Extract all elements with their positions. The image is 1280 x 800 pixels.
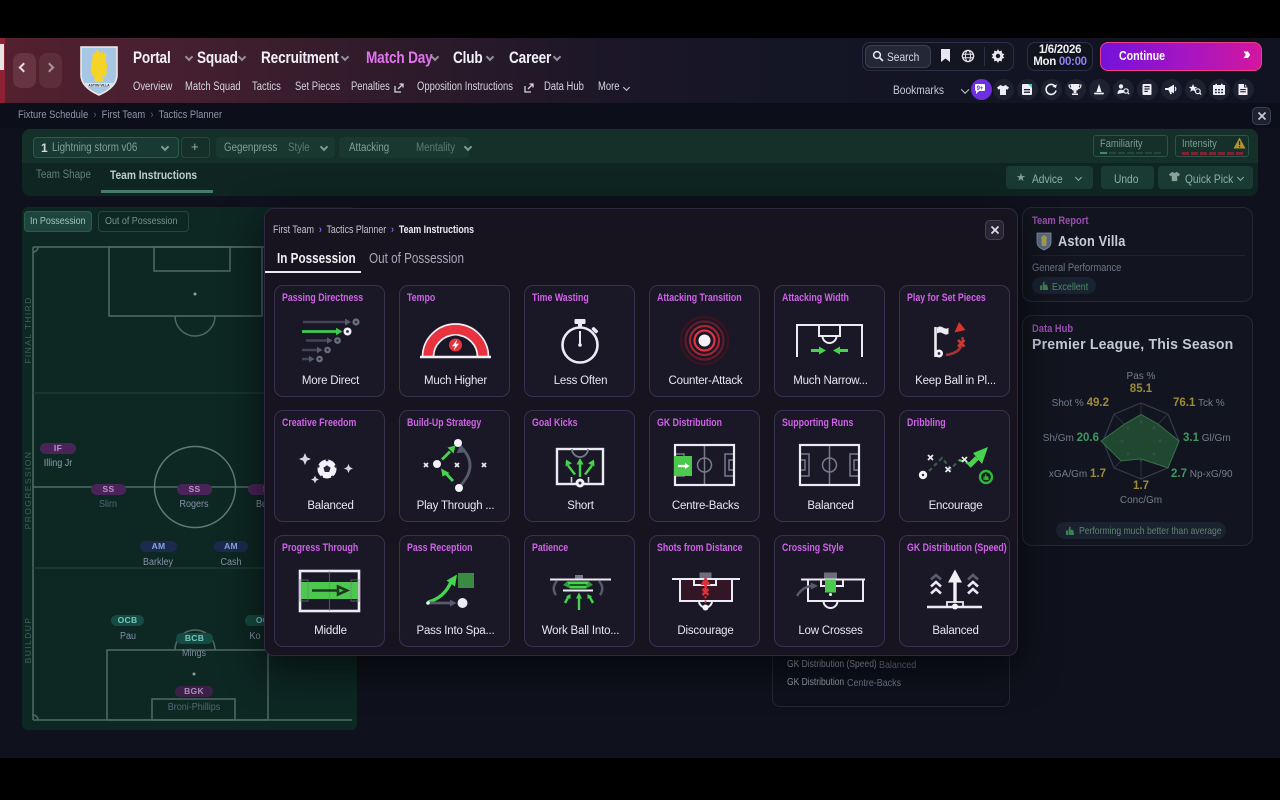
svg-text:9+: 9+ xyxy=(977,86,984,92)
svg-text:ASTON VILLA: ASTON VILLA xyxy=(88,84,110,88)
